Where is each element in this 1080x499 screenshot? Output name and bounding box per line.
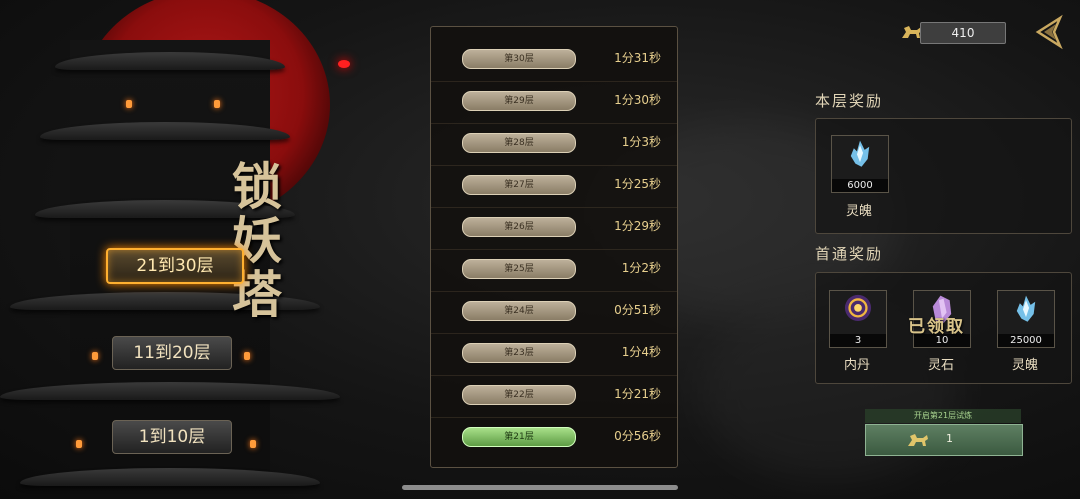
floor-row[interactable]: 第23层 1分4秒 [431, 333, 677, 376]
floor-clear-time: 1分31秒 [614, 51, 661, 65]
horse-icon [908, 434, 928, 446]
floor-label: 第28层 [462, 133, 576, 153]
lantern [214, 100, 220, 108]
tower-title: 锁妖塔 [232, 157, 284, 324]
floor-row[interactable]: 第26层 1分29秒 [431, 207, 677, 250]
floor-clear-time: 1分2秒 [621, 261, 661, 275]
currency-amount: 410 [920, 22, 1006, 44]
reward-item-neidan[interactable]: 3 [829, 290, 887, 348]
floor-label: 第27层 [462, 175, 576, 195]
range-button-11-20[interactable]: 11到20层 [112, 336, 232, 370]
lantern [92, 352, 98, 360]
floor-label: 第21层 [462, 427, 576, 447]
item-count: 25000 [998, 334, 1054, 347]
item-name: 灵魄 [845, 204, 872, 219]
floor-row[interactable]: 第24层 0分51秒 [431, 291, 677, 334]
floor-clear-time: 1分25秒 [614, 177, 661, 191]
floor-label: 第29层 [462, 91, 576, 111]
floor-row-current[interactable]: 第21层 0分56秒 [431, 417, 677, 459]
dragon-eye [338, 60, 350, 68]
floor-clear-time: 1分29秒 [614, 219, 661, 233]
floor-row[interactable]: 第30层 1分31秒 [431, 39, 677, 82]
floor-reward-title: 本层奖励 [815, 92, 884, 110]
start-challenge-button[interactable]: 1 [865, 424, 1023, 456]
lantern [244, 352, 250, 360]
home-indicator [402, 485, 678, 490]
tower-roof [20, 468, 320, 486]
floor-clear-time: 1分21秒 [614, 387, 661, 401]
lantern [126, 100, 132, 108]
floor-label: 第26层 [462, 217, 576, 237]
item-count: 3 [830, 334, 886, 347]
reward-item-lingpo[interactable]: 25000 [997, 290, 1055, 348]
floor-label: 第30层 [462, 49, 576, 69]
claimed-stamp: 已领取 [908, 317, 965, 337]
challenge-cost: 1 [946, 432, 953, 445]
floor-label: 第23层 [462, 343, 576, 363]
item-count: 6000 [832, 179, 888, 192]
floor-clear-time: 0分56秒 [614, 429, 661, 443]
challenge-label: 开启第21层试炼 [865, 409, 1021, 423]
floor-clear-time: 1分4秒 [621, 345, 661, 359]
tower-roof [0, 382, 340, 400]
floor-clear-time: 0分51秒 [614, 303, 661, 317]
reward-item-lingpo[interactable]: 6000 [831, 135, 889, 193]
floor-label: 第22层 [462, 385, 576, 405]
floor-row[interactable]: 第25层 1分2秒 [431, 249, 677, 292]
floor-row[interactable]: 第29层 1分30秒 [431, 81, 677, 124]
item-name: 灵魄 [1011, 358, 1038, 373]
item-name: 灵石 [927, 358, 954, 373]
blue-crystal-icon [850, 140, 870, 167]
first-clear-reward-title: 首通奖励 [815, 245, 884, 263]
blue-crystal-icon [1016, 295, 1036, 322]
lantern [250, 440, 256, 448]
golden-orb-icon [844, 294, 872, 321]
floor-label: 第24层 [462, 301, 576, 321]
floor-label: 第25层 [462, 259, 576, 279]
floor-row[interactable]: 第22层 1分21秒 [431, 375, 677, 418]
floor-row[interactable]: 第27层 1分25秒 [431, 165, 677, 208]
back-arrow-icon[interactable] [1030, 14, 1066, 50]
item-name: 内丹 [843, 358, 870, 373]
range-button-1-10[interactable]: 1到10层 [112, 420, 232, 454]
lantern [76, 440, 82, 448]
floor-clear-time: 1分30秒 [614, 93, 661, 107]
floor-row[interactable]: 第28层 1分3秒 [431, 123, 677, 166]
range-button-21-30[interactable]: 21到30层 [106, 248, 244, 284]
floor-list: 第30层 1分31秒 第29层 1分30秒 第28层 1分3秒 第27层 1分2… [430, 26, 678, 468]
floor-clear-time: 1分3秒 [621, 135, 661, 149]
